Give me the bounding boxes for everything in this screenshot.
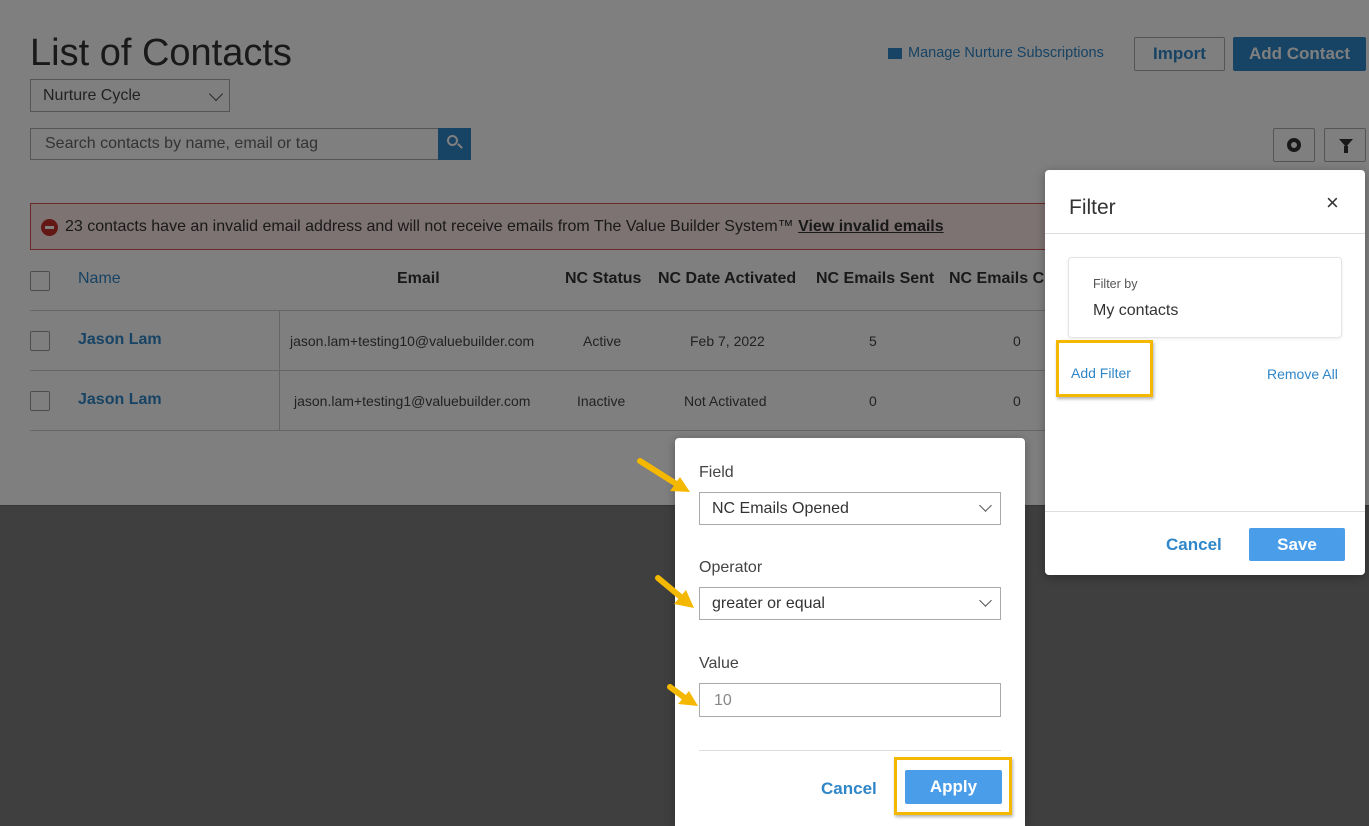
- filter-by-value: My contacts: [1093, 302, 1179, 319]
- close-icon[interactable]: ×: [1326, 190, 1339, 216]
- apply-highlight: Apply: [894, 757, 1012, 815]
- value-label: Value: [699, 655, 739, 672]
- filter-panel: Filter × Filter by My contacts Add Filte…: [1045, 170, 1365, 575]
- field-select[interactable]: NC Emails Opened: [699, 492, 1001, 525]
- divider: [699, 750, 1001, 751]
- chevron-down-icon: [979, 594, 992, 607]
- arrow-annotation-icon: [637, 458, 690, 492]
- remove-all-link[interactable]: Remove All: [1267, 366, 1338, 382]
- field-select-value: NC Emails Opened: [712, 500, 849, 517]
- apply-button[interactable]: Apply: [905, 770, 1002, 804]
- add-filter-link[interactable]: Add Filter: [1056, 340, 1153, 397]
- filter-by-label: Filter by: [1093, 277, 1138, 291]
- operator-select-value: greater or equal: [712, 595, 825, 612]
- value-input[interactable]: 10: [699, 683, 1001, 717]
- filter-card[interactable]: Filter by My contacts: [1068, 257, 1342, 338]
- filter-cancel-button[interactable]: Cancel: [1166, 535, 1222, 555]
- dialog-cancel-button[interactable]: Cancel: [821, 779, 877, 799]
- filter-save-button[interactable]: Save: [1249, 528, 1345, 561]
- divider: [1045, 511, 1365, 512]
- filter-panel-title: Filter: [1069, 196, 1116, 219]
- arrow-annotation-icon: [655, 575, 694, 608]
- add-filter-dialog: Field NC Emails Opened Operator greater …: [675, 438, 1025, 826]
- field-label: Field: [699, 464, 734, 481]
- operator-label: Operator: [699, 559, 763, 576]
- divider: [1045, 233, 1365, 234]
- arrow-annotation-icon: [667, 684, 698, 706]
- operator-select[interactable]: greater or equal: [699, 587, 1001, 620]
- chevron-down-icon: [979, 499, 992, 512]
